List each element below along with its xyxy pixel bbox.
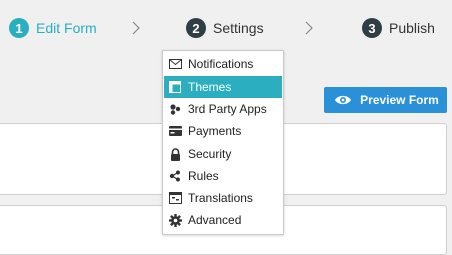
share-icon (168, 169, 182, 183)
settings-dropdown-menu: Notifications Themes 3rd Party Apps Paym… (162, 50, 284, 235)
menu-item-themes[interactable]: Themes (164, 76, 282, 98)
step-label-edit-form: Edit Form (36, 20, 97, 36)
envelope-icon (168, 57, 182, 71)
chevron-right-icon (132, 21, 140, 35)
menu-item-label: Rules (188, 169, 219, 183)
step-edit-form[interactable]: 1 Edit Form (9, 18, 97, 38)
preview-form-label: Preview Form (360, 93, 439, 107)
menu-item-rules[interactable]: Rules (164, 165, 282, 187)
step-number-2: 2 (186, 18, 206, 38)
menu-item-label: Notifications (188, 57, 254, 71)
menu-item-translations[interactable]: Translations (164, 187, 282, 209)
gear-icon (168, 213, 182, 227)
preview-form-button[interactable]: Preview Form (324, 87, 447, 113)
lock-icon (168, 147, 182, 161)
apps-icon (168, 102, 182, 116)
menu-item-security[interactable]: Security (164, 143, 282, 165)
menu-item-label: Advanced (188, 213, 242, 227)
eye-icon (335, 95, 352, 105)
theme-icon (168, 80, 182, 94)
translate-icon (168, 191, 182, 205)
menu-item-advanced[interactable]: Advanced (164, 209, 282, 231)
menu-item-notifications[interactable]: Notifications (164, 53, 282, 75)
step-settings[interactable]: 2 Settings (186, 18, 264, 38)
step-number-1: 1 (9, 18, 29, 38)
step-label-settings: Settings (213, 20, 264, 36)
step-publish[interactable]: 3 Publish (362, 18, 435, 38)
menu-item-label: Themes (188, 80, 232, 94)
credit-card-icon (168, 124, 182, 138)
menu-item-label: Translations (188, 191, 253, 205)
menu-item-3rd-party-apps[interactable]: 3rd Party Apps (164, 98, 282, 120)
menu-item-label: Security (188, 147, 232, 161)
menu-item-label: 3rd Party Apps (188, 102, 267, 116)
step-label-publish: Publish (389, 20, 435, 36)
chevron-right-icon (305, 21, 313, 35)
step-number-3: 3 (362, 18, 382, 38)
menu-item-label: Payments (188, 124, 242, 138)
menu-item-payments[interactable]: Payments (164, 120, 282, 142)
